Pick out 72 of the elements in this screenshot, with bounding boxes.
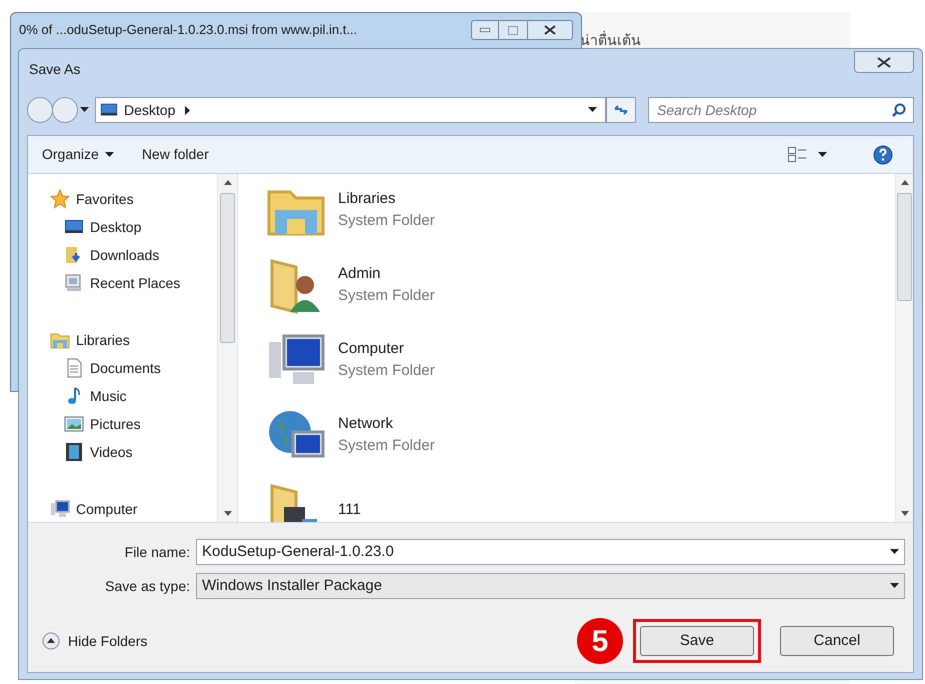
breadcrumb-item[interactable]: Desktop (124, 100, 176, 120)
close-button[interactable] (527, 20, 573, 40)
scrollbar-thumb[interactable] (220, 193, 235, 343)
item-type: System Folder (338, 211, 435, 231)
minimize-icon (480, 28, 490, 32)
dropdown-caret-icon (890, 583, 899, 589)
scrollbar[interactable] (217, 174, 237, 522)
refresh-button[interactable] (606, 97, 636, 123)
toolbar-button[interactable]: Organize (42, 144, 114, 165)
film-icon (64, 442, 84, 462)
minimize-button[interactable] (471, 20, 499, 40)
item-type: System Folder (338, 361, 435, 381)
chevron-right-icon (185, 106, 190, 114)
step-number-badge: 5 (577, 618, 623, 664)
search-field[interactable]: Search Desktop (648, 97, 914, 123)
item-name: Network (338, 414, 394, 434)
field-label: File name: (124, 542, 191, 562)
file-type-dropdown[interactable]: Windows Installer Package (196, 573, 905, 599)
close-icon (877, 56, 891, 68)
scroll-down-icon[interactable] (900, 511, 908, 516)
nav-item[interactable]: Desktop (50, 213, 217, 241)
search-icon (892, 103, 906, 117)
dropdown-caret-icon (588, 107, 597, 113)
nav-group-item[interactable]: Favorites (50, 185, 217, 213)
dropdown-caret-icon (890, 549, 899, 555)
nav-item[interactable]: Pictures (50, 410, 217, 438)
address-bar[interactable]: Desktop (95, 97, 606, 123)
scrollbar[interactable] (895, 174, 913, 522)
scroll-down-icon[interactable] (224, 511, 232, 516)
file-item[interactable]: Admin System Folder (266, 255, 895, 315)
background-text: น่าตื่นเต้น (580, 30, 641, 50)
dialog-title: Save As (29, 60, 80, 79)
nav-item[interactable]: Downloads (50, 241, 217, 269)
item-name: Admin (338, 264, 382, 284)
file-item[interactable]: Network System Folder (266, 405, 895, 465)
item-type: System Folder (338, 436, 435, 456)
file-name-field[interactable]: KoduSetup-General-1.0.23.0 (196, 539, 905, 565)
collapse-icon (42, 632, 60, 650)
caret-icon (104, 152, 114, 158)
star-icon (50, 189, 70, 209)
dialog-button[interactable]: Cancel (780, 626, 894, 656)
refresh-icon (613, 104, 629, 116)
nav-item[interactable]: Music (50, 382, 217, 410)
nav-item[interactable]: Recent Places (50, 269, 217, 297)
file-item[interactable]: Libraries System Folder (266, 180, 895, 240)
field-label: Save as type: (104, 576, 191, 596)
scroll-up-icon[interactable] (900, 180, 908, 185)
nav-item[interactable]: Videos (50, 438, 217, 466)
recent-places-icon (64, 273, 84, 293)
toolbar-button[interactable]: New folder (142, 144, 209, 165)
maximize-icon (508, 26, 518, 34)
picture-icon (64, 414, 84, 434)
close-icon (544, 25, 556, 35)
nav-group-item[interactable]: Computer (50, 495, 217, 523)
item-name: 111 (338, 500, 361, 520)
scrollbar-thumb[interactable] (897, 193, 912, 301)
help-icon[interactable] (873, 144, 893, 164)
view-options-icon[interactable] (788, 146, 806, 162)
item-name: Computer (338, 338, 405, 358)
window-title: 0% of ...oduSetup-General-1.0.23.0.msi from www.pil.in.t... (19, 21, 358, 40)
dialog-button[interactable]: Save (640, 626, 754, 656)
nav-item[interactable]: Documents (50, 354, 217, 382)
nav-group-item[interactable]: Libraries (50, 326, 217, 354)
item-type: System Folder (338, 286, 435, 306)
close-button[interactable] (854, 51, 914, 73)
computer-icon (50, 499, 70, 519)
history-caret-icon (80, 107, 89, 113)
file-item[interactable]: Computer System Folder (266, 330, 895, 390)
item-name: Libraries (338, 188, 397, 208)
caret-icon (818, 152, 827, 158)
scroll-up-icon[interactable] (224, 180, 232, 185)
hide-folders-button[interactable]: Hide Folders (42, 630, 148, 652)
